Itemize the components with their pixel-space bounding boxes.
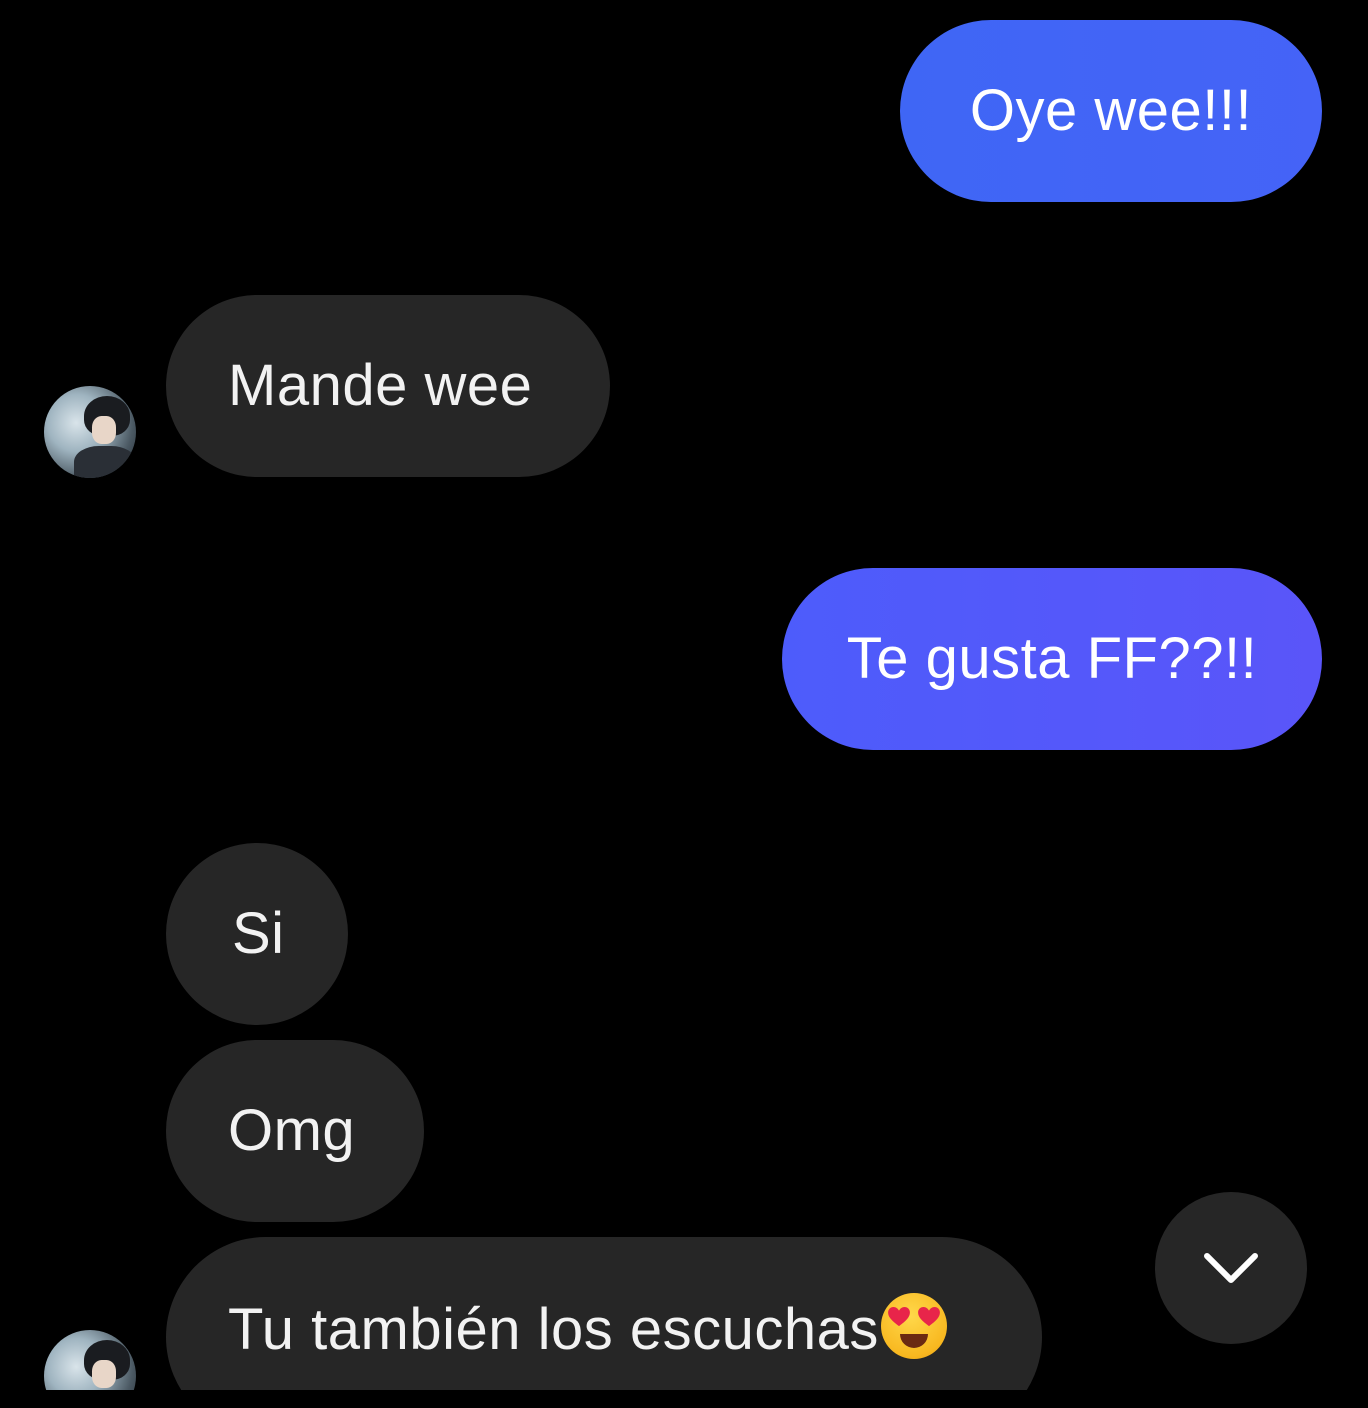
contact-avatar[interactable] [44, 1330, 136, 1390]
incoming-message-bubble[interactable]: Si [166, 843, 348, 1025]
chat-thread: Oye wee!!! Mande wee Te gusta FF??!! Si … [0, 0, 1368, 1390]
outgoing-message-bubble[interactable]: Oye wee!!! [900, 20, 1322, 202]
chevron-down-icon [1204, 1253, 1258, 1283]
message-text: Mande wee [228, 353, 533, 418]
message-text: Te gusta FF??!! [846, 626, 1258, 691]
incoming-message-bubble[interactable]: Tu también los escuchas [166, 1237, 1042, 1390]
incoming-message-bubble[interactable]: Mande wee [166, 295, 610, 477]
message-text: Si [232, 901, 285, 966]
scroll-to-bottom-button[interactable] [1155, 1192, 1307, 1344]
message-text: Tu también los escuchas [228, 1297, 879, 1362]
message-text: Oye wee!!! [969, 78, 1253, 143]
heart-eyes-emoji-icon [880, 1293, 947, 1359]
incoming-message-bubble[interactable]: Omg [166, 1040, 424, 1222]
message-text: Omg [228, 1098, 356, 1163]
contact-avatar[interactable] [44, 386, 136, 478]
outgoing-message-bubble[interactable]: Te gusta FF??!! [782, 568, 1322, 750]
